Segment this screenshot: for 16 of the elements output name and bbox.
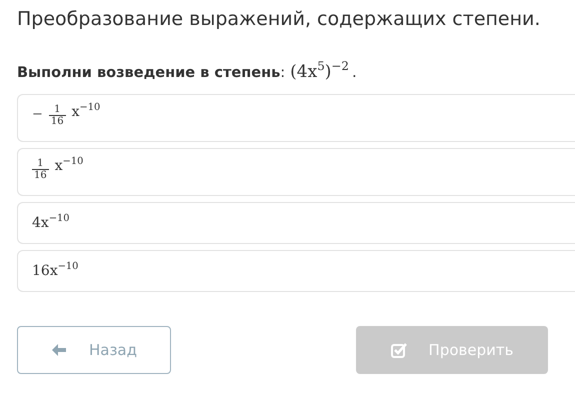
math-expression: 16x$^{−10}$ — [32, 263, 78, 279]
page-title: Преобразование выражений, содержащих степени. — [17, 8, 542, 30]
question-text: Выполни возведение в степень — [17, 65, 280, 81]
answer-option[interactable]: 4x$^{−10}$ — [17, 202, 575, 244]
answer-option[interactable]: 16x$^{−10}$ — [17, 250, 575, 292]
fraction: 1 16 — [32, 158, 49, 181]
math-expression: x$^{−10}$ — [72, 104, 100, 120]
minus-sign: − — [32, 107, 43, 122]
colon-text: : — [280, 65, 286, 81]
fraction: 1 16 — [48, 104, 66, 127]
math-expression: 4x$^{−10}$ — [32, 215, 70, 231]
arrow-left-icon — [50, 343, 67, 357]
checkbox-icon — [390, 342, 407, 358]
period-text: . — [352, 63, 357, 81]
math-expression: (4x$^{5}$)$^{−2}$ — [290, 62, 349, 82]
math-expression: x$^{−10}$ — [54, 158, 84, 174]
